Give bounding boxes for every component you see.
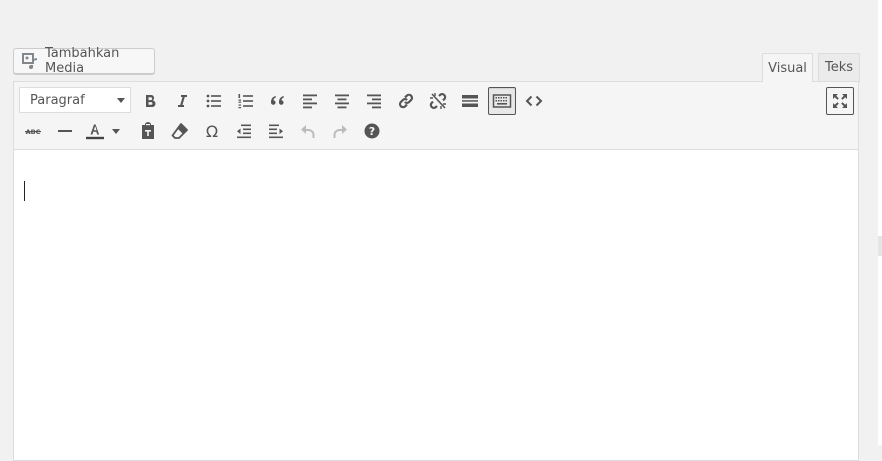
clipboard-icon	[142, 122, 154, 139]
align-right-button[interactable]	[360, 87, 388, 115]
text-color-button[interactable]	[83, 117, 105, 145]
paste-as-text-button[interactable]	[134, 117, 162, 145]
align-left-icon	[303, 94, 317, 109]
omega-icon: Ω	[206, 122, 218, 141]
redo-button[interactable]	[326, 117, 354, 145]
text-color-icon	[86, 124, 104, 140]
right-edge	[878, 0, 882, 445]
text-cursor	[24, 181, 25, 201]
chevron-down-icon	[117, 98, 125, 103]
italic-icon	[178, 95, 187, 107]
horizontal-line-icon	[58, 130, 72, 132]
redo-icon	[333, 125, 347, 138]
scroll-notch	[878, 236, 882, 256]
bulleted-list-icon	[206, 94, 221, 108]
eraser-icon	[171, 123, 188, 139]
align-center-button[interactable]	[328, 87, 356, 115]
format-select-value: Paragraf	[30, 92, 85, 108]
bold-icon	[146, 95, 156, 108]
link-icon	[398, 93, 414, 109]
italic-button[interactable]	[168, 87, 196, 115]
keyboard-shortcuts-button[interactable]: ?	[358, 117, 386, 145]
indent-icon	[269, 124, 283, 139]
blockquote-icon	[270, 96, 284, 105]
align-right-icon	[367, 94, 381, 109]
format-select[interactable]: Paragraf	[19, 87, 131, 113]
text-color-dropdown[interactable]	[108, 117, 124, 145]
outdent-icon	[237, 124, 251, 139]
align-left-button[interactable]	[296, 87, 324, 115]
horizontal-line-button[interactable]	[51, 117, 79, 145]
strikethrough-icon: ABC	[25, 128, 41, 136]
fullscreen-icon	[833, 94, 847, 108]
svg-text:Ω: Ω	[206, 122, 218, 141]
code-icon	[525, 95, 543, 107]
clear-formatting-button[interactable]	[166, 117, 194, 145]
editor: Paragraf Ω ?	[13, 81, 859, 461]
special-character-button[interactable]: Ω	[198, 117, 226, 145]
bold-button[interactable]	[136, 87, 164, 115]
align-center-icon	[335, 94, 349, 109]
read-more-icon	[462, 95, 478, 107]
decrease-indent-button[interactable]	[230, 117, 258, 145]
keyboard-icon	[492, 94, 512, 108]
undo-button[interactable]	[294, 117, 322, 145]
fullscreen-button[interactable]	[826, 87, 854, 115]
blockquote-button[interactable]	[264, 87, 292, 115]
unlink-icon	[429, 93, 447, 109]
editor-content-area[interactable]	[14, 150, 858, 460]
editor-toolbar: Paragraf Ω ?	[14, 82, 858, 150]
add-media-button[interactable]: Tambahkan Media	[13, 46, 155, 76]
svg-text:?: ?	[369, 125, 375, 138]
numbered-list-icon	[238, 94, 253, 109]
toolbar-toggle-button[interactable]	[488, 87, 516, 115]
add-media-label: Tambahkan Media	[45, 46, 120, 76]
code-button[interactable]	[520, 87, 548, 115]
bulleted-list-button[interactable]	[200, 87, 228, 115]
tab-text[interactable]: Teks	[818, 53, 860, 82]
increase-indent-button[interactable]	[262, 117, 290, 145]
strikethrough-button[interactable]: ABC	[19, 117, 47, 145]
undo-icon	[301, 125, 315, 138]
read-more-button[interactable]	[456, 87, 484, 115]
add-media-icon	[22, 53, 38, 69]
help-icon: ?	[364, 123, 380, 139]
remove-link-button[interactable]	[424, 87, 452, 115]
numbered-list-button[interactable]	[232, 87, 260, 115]
tab-visual[interactable]: Visual	[762, 53, 813, 82]
insert-link-button[interactable]	[392, 87, 420, 115]
chevron-down-icon	[112, 128, 120, 134]
